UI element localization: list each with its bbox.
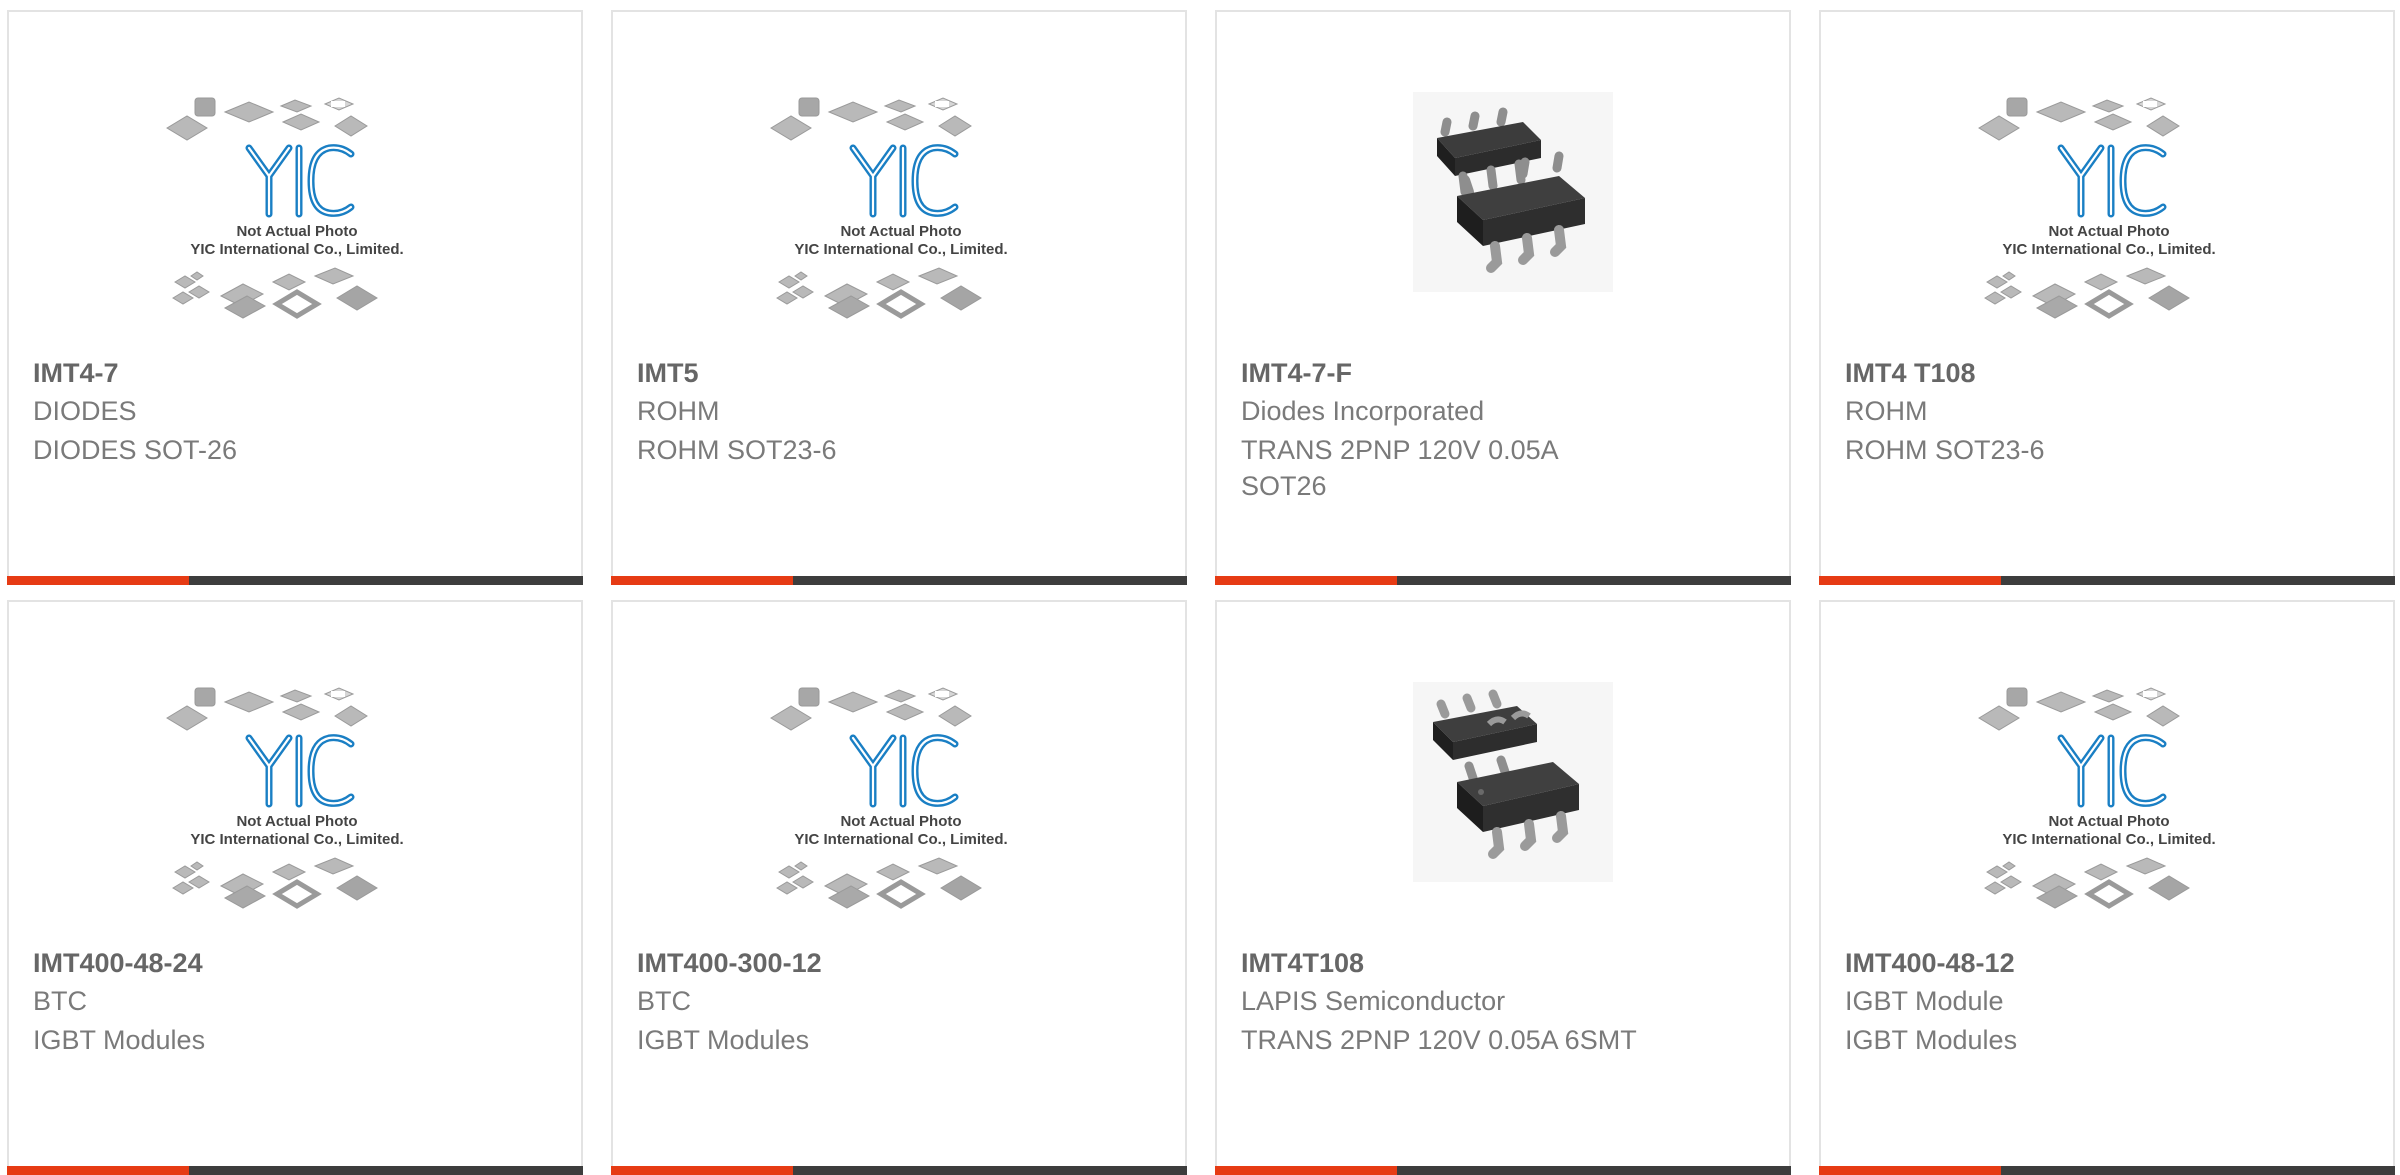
- description: IGBT Modules: [1845, 1025, 2018, 1055]
- product-card[interactable]: Not Actual Photo YIC International Co., …: [611, 600, 1187, 1175]
- yic-logo-icon: [849, 144, 959, 218]
- yic-logo-icon: [849, 734, 959, 808]
- placeholder-line1: Not Actual Photo: [2048, 813, 2169, 830]
- product-card[interactable]: Not Actual Photo YIC International Co., …: [7, 600, 583, 1175]
- product-card[interactable]: IMT4-7-F Diodes Incorporated TRANS 2PNP …: [1215, 10, 1791, 585]
- placeholder-line1: Not Actual Photo: [236, 813, 357, 830]
- card-bottom-bar: [7, 1166, 583, 1175]
- description: IGBT Modules: [637, 1025, 810, 1055]
- placeholder-line1: Not Actual Photo: [2048, 223, 2169, 240]
- manufacturer: BTC: [33, 986, 87, 1016]
- card-bottom-bar: [611, 576, 1187, 585]
- manufacturer: ROHM: [1845, 396, 1928, 426]
- manufacturer: ROHM: [637, 396, 720, 426]
- product-photo[interactable]: Not Actual Photo YIC International Co., …: [165, 92, 429, 352]
- placeholder-line2: YIC International Co., Limited.: [190, 831, 403, 848]
- not-actual-photo-placeholder: Not Actual Photo YIC International Co., …: [166, 687, 404, 909]
- yic-logo-icon: [2057, 144, 2167, 218]
- part-number[interactable]: IMT4 T108: [1845, 358, 1976, 389]
- manufacturer: BTC: [637, 986, 691, 1016]
- product-photo[interactable]: Not Actual Photo YIC International Co., …: [165, 682, 429, 942]
- placeholder-line1: Not Actual Photo: [840, 813, 961, 830]
- card-accent-bar: [1215, 576, 1397, 585]
- product-photo[interactable]: [1373, 92, 1637, 352]
- yic-logo-icon: [2057, 734, 2167, 808]
- product-photo[interactable]: Not Actual Photo YIC International Co., …: [769, 92, 1033, 352]
- part-number[interactable]: IMT400-48-24: [33, 948, 203, 979]
- description: ROHM SOT23-6: [637, 435, 837, 465]
- description: TRANS 2PNP 120V 0.05A 6SMT: [1241, 1025, 1637, 1055]
- description: ROHM SOT23-6: [1845, 435, 2045, 465]
- product-card[interactable]: Not Actual Photo YIC International Co., …: [7, 10, 583, 585]
- 6smt-chip-photo: [1413, 682, 1613, 882]
- card-accent-bar: [7, 1166, 189, 1175]
- part-number[interactable]: IMT400-300-12: [637, 948, 822, 979]
- card-accent-bar: [611, 1166, 793, 1175]
- card-accent-bar: [1819, 1166, 2001, 1175]
- card-accent-bar: [7, 576, 189, 585]
- manufacturer: IGBT Module: [1845, 986, 2004, 1016]
- not-actual-photo-placeholder: Not Actual Photo YIC International Co., …: [770, 687, 1008, 909]
- card-accent-bar: [1215, 1166, 1397, 1175]
- not-actual-photo-placeholder: Not Actual Photo YIC International Co., …: [1978, 97, 2216, 319]
- not-actual-photo-placeholder: Not Actual Photo YIC International Co., …: [1978, 687, 2216, 909]
- manufacturer: Diodes Incorporated: [1241, 396, 1485, 426]
- sot26-chip-photo: [1413, 92, 1613, 292]
- part-number[interactable]: IMT4-7-F: [1241, 358, 1352, 389]
- card-bottom-bar: [1819, 576, 2395, 585]
- description: TRANS 2PNP 120V 0.05A SOT26: [1241, 435, 1558, 501]
- manufacturer: DIODES: [33, 396, 137, 426]
- yic-logo-icon: [245, 734, 355, 808]
- manufacturer: LAPIS Semiconductor: [1241, 986, 1506, 1016]
- card-accent-bar: [1819, 576, 2001, 585]
- product-card[interactable]: IMT4T108 LAPIS Semiconductor TRANS 2PNP …: [1215, 600, 1791, 1175]
- part-number[interactable]: IMT4T108: [1241, 948, 1364, 979]
- product-card[interactable]: Not Actual Photo YIC International Co., …: [611, 10, 1187, 585]
- card-bottom-bar: [1215, 576, 1791, 585]
- card-bottom-bar: [1215, 1166, 1791, 1175]
- product-photo[interactable]: Not Actual Photo YIC International Co., …: [1977, 92, 2241, 352]
- card-accent-bar: [611, 576, 793, 585]
- product-photo[interactable]: Not Actual Photo YIC International Co., …: [1977, 682, 2241, 942]
- placeholder-line2: YIC International Co., Limited.: [190, 241, 403, 258]
- placeholder-line2: YIC International Co., Limited.: [794, 241, 1007, 258]
- yic-logo-icon: [245, 144, 355, 218]
- placeholder-line1: Not Actual Photo: [840, 223, 961, 240]
- part-number[interactable]: IMT4-7: [33, 358, 119, 389]
- card-bottom-bar: [611, 1166, 1187, 1175]
- part-number[interactable]: IMT400-48-12: [1845, 948, 2015, 979]
- placeholder-line1: Not Actual Photo: [236, 223, 357, 240]
- placeholder-line2: YIC International Co., Limited.: [2002, 241, 2215, 258]
- product-card[interactable]: Not Actual Photo YIC International Co., …: [1819, 600, 2395, 1175]
- product-photo[interactable]: [1373, 682, 1637, 942]
- card-bottom-bar: [1819, 1166, 2395, 1175]
- card-bottom-bar: [7, 576, 583, 585]
- product-card[interactable]: Not Actual Photo YIC International Co., …: [1819, 10, 2395, 585]
- part-number[interactable]: IMT5: [637, 358, 699, 389]
- placeholder-line2: YIC International Co., Limited.: [794, 831, 1007, 848]
- not-actual-photo-placeholder: Not Actual Photo YIC International Co., …: [770, 97, 1008, 319]
- product-photo[interactable]: Not Actual Photo YIC International Co., …: [769, 682, 1033, 942]
- not-actual-photo-placeholder: Not Actual Photo YIC International Co., …: [166, 97, 404, 319]
- description: DIODES SOT-26: [33, 435, 238, 465]
- placeholder-line2: YIC International Co., Limited.: [2002, 831, 2215, 848]
- description: IGBT Modules: [33, 1025, 206, 1055]
